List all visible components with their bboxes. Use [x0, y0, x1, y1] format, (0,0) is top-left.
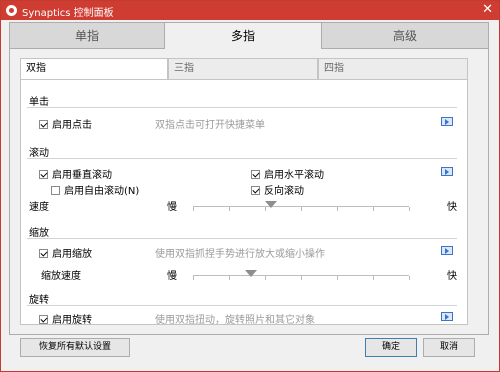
scroll-speed-slider-thumb[interactable] — [264, 201, 277, 208]
close-icon[interactable]: ✕ — [482, 2, 493, 18]
reverse-scroll-label: 反向滚动 — [264, 186, 304, 197]
sub-tab-bar: 双指 三指 四指 — [20, 58, 468, 81]
slider-tick — [229, 207, 230, 211]
zoom-speed-label: 缩放速度 — [41, 271, 81, 282]
slider-tick — [373, 276, 374, 280]
enable-rotate-label: 启用旋转 — [52, 315, 92, 325]
video-demo-icon[interactable] — [441, 246, 453, 255]
tab-multi-finger[interactable]: 多指 — [164, 22, 322, 50]
main-tab-bar: 单指 多指 高级 — [9, 22, 489, 50]
rotate-description: 使用双指扭动，旋转照片和其它对象 — [155, 315, 315, 325]
checkbox-checked[interactable] — [39, 120, 48, 129]
tab-advanced[interactable]: 高级 — [321, 22, 489, 49]
section-divider — [27, 107, 457, 108]
enable-horizontal-scroll-checkbox[interactable]: 启用水平滚动 — [251, 166, 324, 181]
slider-tick — [409, 207, 410, 211]
section-title-tap: 单击 — [29, 97, 49, 108]
ok-button[interactable]: 确定 — [365, 338, 417, 357]
settings-content: 单击 启用点击 双指点击可打开快捷菜单 滚动 启用垂直滚动 启用水平滚动 启用自… — [20, 79, 468, 325]
slider-tick — [193, 276, 194, 280]
tab-single-finger[interactable]: 单指 — [9, 22, 165, 49]
checkbox-unchecked[interactable] — [51, 186, 60, 195]
enable-vertical-scroll-checkbox[interactable]: 启用垂直滚动 — [39, 166, 112, 181]
checkbox-checked[interactable] — [251, 186, 260, 195]
checkbox-checked[interactable] — [39, 249, 48, 258]
enable-rotate-checkbox[interactable]: 启用旋转 — [39, 311, 92, 325]
enable-free-scroll-checkbox[interactable]: 启用自由滚动(N) — [51, 182, 139, 197]
zoom-speed-slider-thumb[interactable] — [245, 270, 258, 277]
section-title-zoom: 缩放 — [29, 228, 49, 239]
video-demo-icon[interactable] — [441, 117, 453, 126]
scroll-speed-slow-label: 慢 — [167, 202, 177, 213]
tab-four-finger[interactable]: 四指 — [318, 58, 468, 80]
reverse-scroll-checkbox[interactable]: 反向滚动 — [251, 182, 304, 197]
video-demo-icon[interactable] — [441, 167, 453, 176]
scroll-speed-fast-label: 快 — [447, 202, 457, 213]
enable-zoom-label: 启用缩放 — [52, 249, 92, 260]
section-divider — [27, 158, 457, 159]
zoom-speed-slow-label: 慢 — [167, 271, 177, 282]
video-demo-icon[interactable] — [441, 312, 453, 321]
enable-zoom-checkbox[interactable]: 启用缩放 — [39, 245, 92, 260]
slider-tick — [373, 207, 374, 211]
tap-description: 双指点击可打开快捷菜单 — [155, 120, 265, 131]
slider-tick — [301, 207, 302, 211]
checkbox-checked[interactable] — [39, 315, 48, 324]
section-title-scroll: 滚动 — [29, 148, 49, 159]
zoom-speed-fast-label: 快 — [447, 271, 457, 282]
slider-tick — [301, 276, 302, 280]
window-title: Synaptics 控制面板 — [22, 8, 114, 19]
checkbox-checked[interactable] — [39, 170, 48, 179]
section-divider — [27, 238, 457, 239]
restore-defaults-button[interactable]: 恢复所有默认设置 — [20, 338, 130, 357]
scroll-speed-label: 速度 — [29, 202, 49, 213]
section-title-rotate: 旋转 — [29, 295, 49, 306]
slider-tick — [265, 276, 266, 280]
slider-tick — [337, 207, 338, 211]
enable-tap-checkbox[interactable]: 启用点击 — [39, 116, 92, 131]
zoom-description: 使用双指抓捏手势进行放大或缩小操作 — [155, 249, 325, 260]
section-divider — [27, 305, 457, 306]
slider-tick — [193, 207, 194, 211]
slider-tick — [337, 276, 338, 280]
slider-tick — [229, 276, 230, 280]
tab-three-finger[interactable]: 三指 — [168, 58, 318, 80]
tab-two-finger[interactable]: 双指 — [20, 58, 168, 81]
enable-free-scroll-label: 启用自由滚动(N) — [64, 186, 140, 197]
title-bar[interactable]: Synaptics 控制面板 ✕ — [1, 1, 499, 20]
synaptics-logo-icon — [6, 5, 17, 16]
enable-tap-label: 启用点击 — [52, 120, 92, 131]
slider-tick — [409, 276, 410, 280]
synaptics-window: Synaptics 控制面板 ✕ 单指 多指 高级 双指 三指 四指 单击 启用… — [0, 0, 500, 372]
checkbox-checked[interactable] — [251, 170, 260, 179]
enable-horizontal-scroll-label: 启用水平滚动 — [264, 170, 324, 181]
enable-vertical-scroll-label: 启用垂直滚动 — [52, 170, 112, 181]
cancel-button[interactable]: 取消 — [423, 338, 475, 357]
